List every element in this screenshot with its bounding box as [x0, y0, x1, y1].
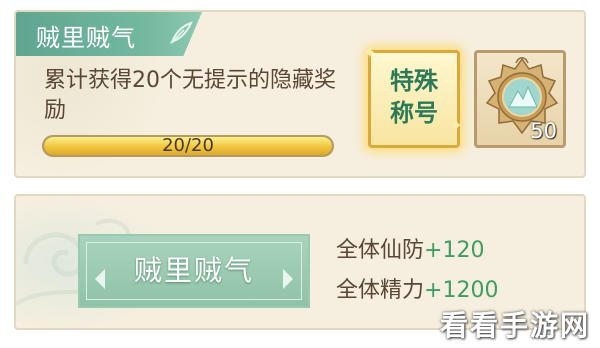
- stat-row: 全体精力+1200: [336, 272, 498, 304]
- special-title-line: 特殊: [390, 67, 438, 95]
- stat-value: +1200: [424, 278, 499, 303]
- stat-label: 全体仙防: [336, 238, 425, 263]
- special-title-label: 特殊 称号: [371, 65, 457, 129]
- reward-special-title[interactable]: 特殊称号 ✦ ✦: [363, 43, 463, 148]
- leaf-icon: [170, 21, 193, 45]
- watermark: 看看手游网: [439, 309, 590, 342]
- badge-count: 50: [530, 119, 557, 143]
- sparkle-icon: ✦: [363, 43, 377, 62]
- title-name: 贼里贼气: [133, 254, 254, 287]
- reward-badge[interactable]: 50: [474, 50, 566, 148]
- achievement-card: 贼里贼气 累计获得20个无提示的隐藏奖励 20/20 特殊称号 ✦ ✦ 50: [14, 10, 586, 178]
- title-banner: 贼里贼气: [78, 234, 310, 308]
- achievement-title: 贼里贼气: [36, 24, 136, 52]
- achievement-description: 累计获得20个无提示的隐藏奖励: [44, 68, 336, 123]
- progress-text: 20/20: [162, 135, 214, 156]
- stat-label: 全体精力: [336, 278, 425, 303]
- stat-value: +120: [424, 238, 485, 263]
- stat-row: 全体仙防+120: [336, 232, 484, 264]
- sparkle-icon: ✦: [449, 116, 463, 135]
- special-title-line: 称号: [390, 99, 438, 127]
